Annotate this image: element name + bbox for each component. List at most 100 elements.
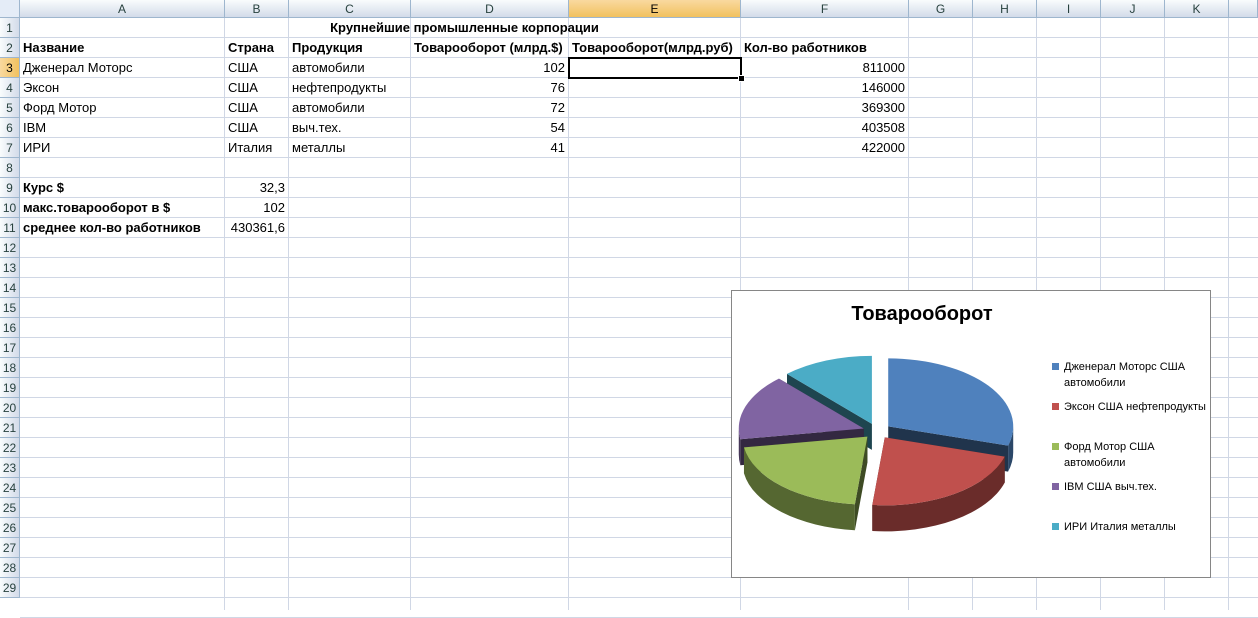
row-header-17[interactable]: 17	[0, 338, 20, 358]
row-header-8[interactable]: 8	[0, 158, 20, 178]
row-header-22[interactable]: 22	[0, 438, 20, 458]
row-header-23[interactable]: 23	[0, 458, 20, 478]
cell-product-row4[interactable]: нефтепродукты	[289, 78, 411, 98]
cell-name-row3[interactable]: Дженерал Моторс	[20, 58, 225, 78]
gridline-vertical	[1228, 18, 1229, 610]
row-header-5[interactable]: 5	[0, 98, 20, 118]
legend-label: Эксон США нефтепродукты	[1064, 401, 1206, 413]
header-employees[interactable]: Кол-во работников	[741, 38, 909, 58]
header-turnover-usd[interactable]: Товарооборот (млрд.$)	[411, 38, 569, 58]
row-header-2[interactable]: 2	[0, 38, 20, 58]
cell-emp-row4[interactable]: 146000	[741, 78, 909, 98]
header-product[interactable]: Продукция	[289, 38, 411, 58]
row-header-20[interactable]: 20	[0, 398, 20, 418]
row-header-25[interactable]: 25	[0, 498, 20, 518]
row-header-24[interactable]: 24	[0, 478, 20, 498]
header-turnover-rub[interactable]: Товарооборот(млрд.руб)	[569, 38, 741, 58]
spreadsheet-grid: ABCDEFGHIJK 1 2 3 4 5 6 7 8 9 10 11 12 13 14 15 16 17 18 1…	[0, 0, 1258, 618]
legend-swatch	[1052, 483, 1059, 490]
avg-value[interactable]: 430361,6	[225, 218, 289, 238]
column-header-G[interactable]: G	[909, 0, 973, 18]
cell-product-row7[interactable]: металлы	[289, 138, 411, 158]
rate-value[interactable]: 32,3	[225, 178, 289, 198]
max-value[interactable]: 102	[225, 198, 289, 218]
legend-label: ИРИ Италия металлы	[1064, 521, 1176, 533]
cell-emp-row5[interactable]: 369300	[741, 98, 909, 118]
table-title[interactable]: Крупнейшие промышленные корпорации	[20, 18, 909, 38]
fill-handle[interactable]	[738, 75, 745, 82]
chart-title: Товарооборот	[851, 303, 993, 325]
legend-label: Форд Мотор США автомобили	[1064, 441, 1155, 469]
max-label[interactable]: макс.товарооборот в $	[20, 198, 225, 218]
row-header-28[interactable]: 28	[0, 558, 20, 578]
row-header-16[interactable]: 16	[0, 318, 20, 338]
cell-name-row4[interactable]: Эксон	[20, 78, 225, 98]
gridline-horizontal	[20, 277, 1258, 278]
cell-product-row3[interactable]: автомобили	[289, 58, 411, 78]
cell-emp-row3[interactable]: 811000	[741, 58, 909, 78]
cell-name-row7[interactable]: ИРИ	[20, 138, 225, 158]
cell-usd-row4[interactable]: 76	[411, 78, 569, 98]
row-header-15[interactable]: 15	[0, 298, 20, 318]
pie-plot	[738, 355, 1014, 532]
cell-usd-row3[interactable]: 102	[411, 58, 569, 78]
row-header-12[interactable]: 12	[0, 238, 20, 258]
gridline-horizontal	[20, 257, 1258, 258]
cell-name-row6[interactable]: IBM	[20, 118, 225, 138]
cell-name-row5[interactable]: Форд Мотор	[20, 98, 225, 118]
rate-label[interactable]: Курс $	[20, 178, 225, 198]
header-name[interactable]: Название	[20, 38, 225, 58]
cell-country-row3[interactable]: США	[225, 58, 289, 78]
cell-country-row4[interactable]: США	[225, 78, 289, 98]
cell-emp-row7[interactable]: 422000	[741, 138, 909, 158]
cell-country-row7[interactable]: Италия	[225, 138, 289, 158]
row-header-7[interactable]: 7	[0, 138, 20, 158]
row-header-27[interactable]: 27	[0, 538, 20, 558]
column-header-K[interactable]: K	[1165, 0, 1229, 18]
column-header-H[interactable]: H	[973, 0, 1037, 18]
row-header-13[interactable]: 13	[0, 258, 20, 278]
column-header-filler	[1229, 0, 1258, 18]
column-header-J[interactable]: J	[1101, 0, 1165, 18]
row-header-29[interactable]: 29	[0, 578, 20, 598]
cell-product-row6[interactable]: выч.тех.	[289, 118, 411, 138]
cell-usd-row7[interactable]: 41	[411, 138, 569, 158]
select-all-corner[interactable]	[0, 0, 20, 18]
cell-country-row6[interactable]: США	[225, 118, 289, 138]
row-header-11[interactable]: 11	[0, 218, 20, 238]
header-country[interactable]: Страна	[225, 38, 289, 58]
row-header-9[interactable]: 9	[0, 178, 20, 198]
cell-product-row5[interactable]: автомобили	[289, 98, 411, 118]
legend-swatch	[1052, 523, 1059, 530]
column-header-C[interactable]: C	[289, 0, 411, 18]
cell-country-row5[interactable]: США	[225, 98, 289, 118]
column-header-A[interactable]: A	[20, 0, 225, 18]
column-header-E[interactable]: E	[569, 0, 741, 18]
legend-label: Дженерал Моторс США автомобили	[1064, 361, 1186, 389]
legend-swatch	[1052, 363, 1059, 370]
cell-usd-row6[interactable]: 54	[411, 118, 569, 138]
cell-usd-row5[interactable]: 72	[411, 98, 569, 118]
row-header-3[interactable]: 3	[0, 58, 20, 78]
legend-swatch	[1052, 403, 1059, 410]
active-cell-e3[interactable]	[568, 57, 742, 79]
row-header-1[interactable]: 1	[0, 18, 20, 38]
pie-slice-2[interactable]	[743, 436, 868, 531]
row-header-10[interactable]: 10	[0, 198, 20, 218]
legend-swatch	[1052, 443, 1059, 450]
pie-chart[interactable]: Товарооборот Дженерал Моторс США автомоб…	[731, 290, 1211, 578]
row-header-21[interactable]: 21	[0, 418, 20, 438]
cell-emp-row6[interactable]: 403508	[741, 118, 909, 138]
avg-label[interactable]: среднее кол-во работников	[20, 218, 225, 238]
column-header-F[interactable]: F	[741, 0, 909, 18]
column-header-D[interactable]: D	[411, 0, 569, 18]
column-header-B[interactable]: B	[225, 0, 289, 18]
row-header-6[interactable]: 6	[0, 118, 20, 138]
row-header-14[interactable]: 14	[0, 278, 20, 298]
row-header-19[interactable]: 19	[0, 378, 20, 398]
column-header-I[interactable]: I	[1037, 0, 1101, 18]
row-header-26[interactable]: 26	[0, 518, 20, 538]
row-header-4[interactable]: 4	[0, 78, 20, 98]
legend-label: IBM США выч.тех.	[1064, 481, 1157, 493]
row-header-18[interactable]: 18	[0, 358, 20, 378]
